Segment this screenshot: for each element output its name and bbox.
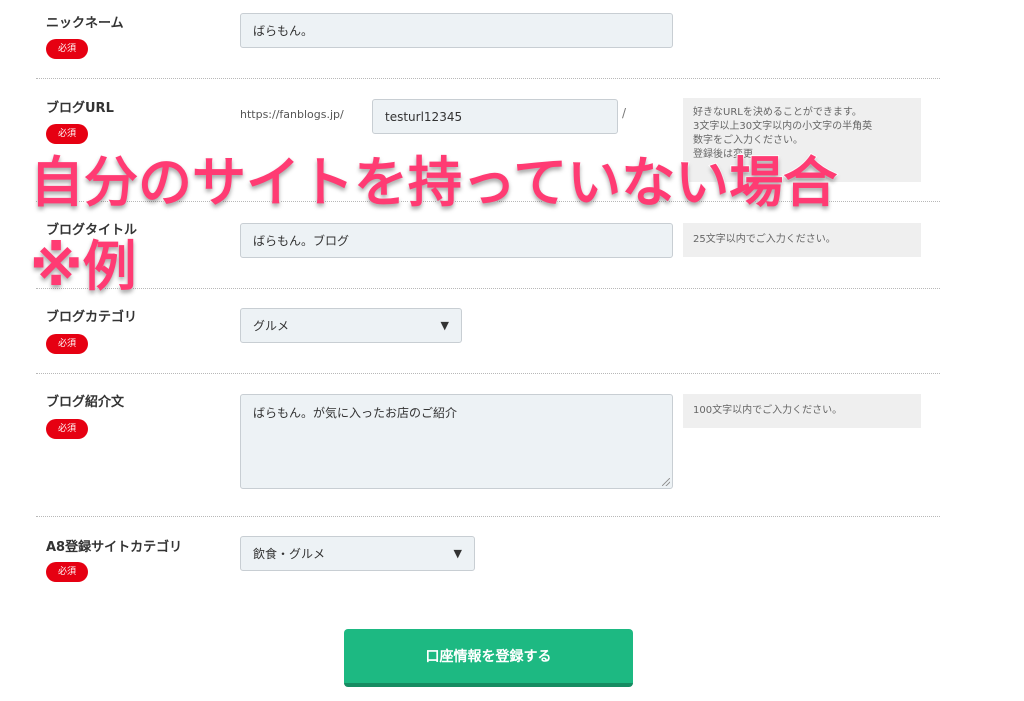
blog-category-value: グルメ <box>253 319 290 333</box>
blog-intro-help: 100文字以内でご入力ください。 <box>683 394 921 428</box>
blog-url-label: ブログURL <box>46 101 114 116</box>
a8-category-row: A8登録サイトカテゴリ 必須 飲食・グルメ ▼ <box>36 517 940 607</box>
blog-url-suffix: / <box>622 106 627 120</box>
resize-handle-icon[interactable] <box>662 478 670 486</box>
nickname-input[interactable]: ばらもん。 <box>240 13 673 48</box>
chevron-down-icon: ▼ <box>453 547 462 560</box>
blog-category-label: ブログカテゴリ <box>46 310 138 325</box>
a8-category-select[interactable]: 飲食・グルメ ▼ <box>240 536 475 571</box>
required-badge: 必須 <box>46 334 88 354</box>
blog-category-row: ブログカテゴリ 必須 グルメ ▼ <box>36 289 940 373</box>
required-badge: 必須 <box>46 39 88 59</box>
blog-url-input[interactable]: testurl12345 <box>372 99 618 134</box>
blog-intro-label: ブログ紹介文 <box>46 395 125 410</box>
blog-title-help: 25文字以内でご入力ください。 <box>683 223 921 257</box>
a8-category-value: 飲食・グルメ <box>253 547 326 561</box>
required-badge: 必須 <box>46 419 88 439</box>
help-line: 好きなURLを決めることができます。 <box>693 107 862 118</box>
blog-url-prefix: https://fanblogs.jp/ <box>240 108 344 121</box>
blog-category-select[interactable]: グルメ ▼ <box>240 308 462 343</box>
nickname-row: ニックネーム 必須 ばらもん。 <box>36 0 940 78</box>
required-badge: 必須 <box>46 562 88 582</box>
blog-intro-textarea[interactable]: ばらもん。が気に入ったお店のご紹介 <box>240 394 673 489</box>
blog-title-input[interactable]: ばらもん。ブログ <box>240 223 673 258</box>
nickname-label: ニックネーム <box>46 16 124 31</box>
blog-intro-value: ばらもん。が気に入ったお店のご紹介 <box>253 406 458 420</box>
register-account-button[interactable]: 口座情報を登録する <box>344 629 633 687</box>
a8-category-label: A8登録サイトカテゴリ <box>46 540 183 555</box>
help-line: 3文字以上30文字以内の小文字の半角英 <box>693 121 873 132</box>
overlay-example: ※例 <box>29 234 137 299</box>
blog-intro-row: ブログ紹介文 必須 ばらもん。が気に入ったお店のご紹介 100文字以内でご入力く… <box>36 374 940 516</box>
overlay-caption: 自分のサイトを持っていない場合 <box>29 150 838 215</box>
chevron-down-icon: ▼ <box>440 319 449 332</box>
